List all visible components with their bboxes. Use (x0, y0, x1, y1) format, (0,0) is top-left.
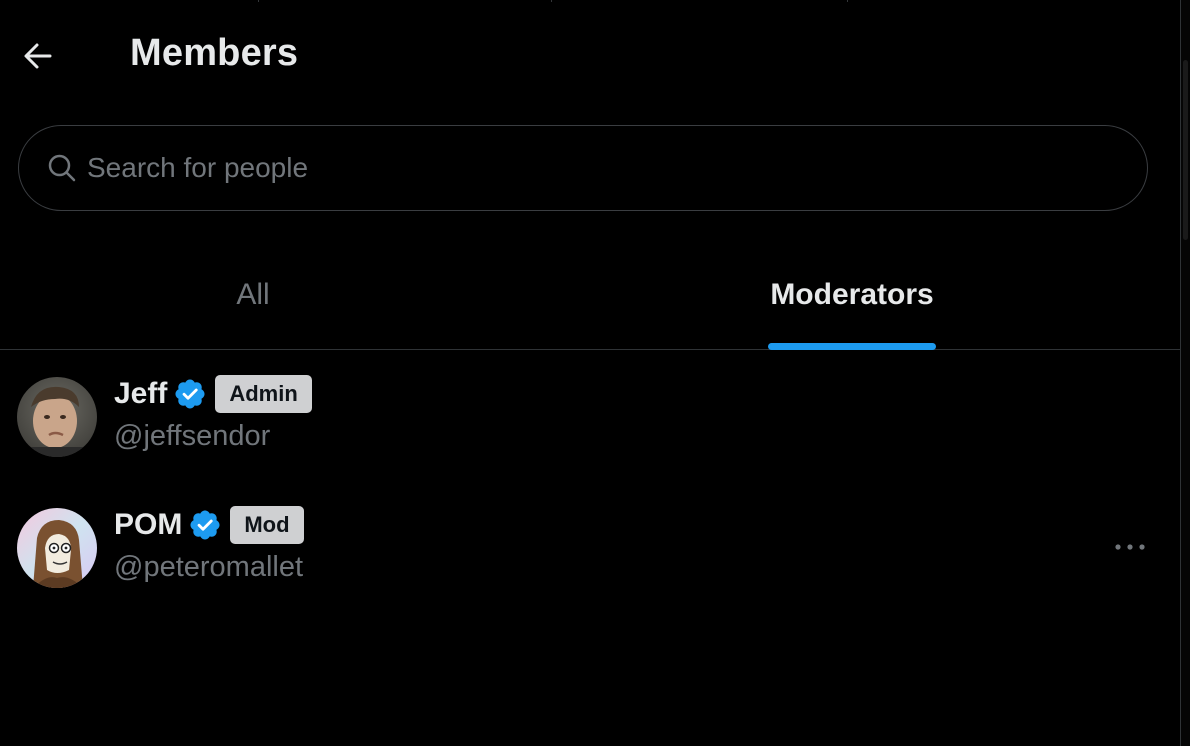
tab-moderators-label: Moderators (770, 278, 934, 311)
verified-badge-icon (188, 508, 222, 542)
verified-badge-icon (173, 377, 207, 411)
search-box[interactable] (18, 125, 1148, 211)
ellipsis-icon (1115, 544, 1145, 550)
member-row[interactable]: Jeff Admin @jeffsendor (0, 368, 1181, 468)
scrollbar-thumb[interactable] (1183, 60, 1188, 240)
members-panel: Members All Moderators (0, 0, 1181, 746)
scrollbar-track[interactable] (1181, 0, 1190, 746)
name-row: POM Mod (114, 505, 304, 545)
tab-all-label: All (236, 278, 270, 311)
member-name: Jeff (114, 377, 168, 410)
more-options-button[interactable] (1110, 527, 1150, 567)
role-badge: Admin (215, 375, 312, 413)
avatar (17, 508, 97, 588)
avatar (17, 377, 97, 457)
tab-bar: All Moderators (0, 240, 1181, 350)
role-badge: Mod (230, 506, 304, 544)
arrow-left-icon (24, 43, 52, 69)
member-row[interactable]: POM Mod @peteromallet (0, 499, 1181, 599)
name-row: Jeff Admin (114, 374, 312, 414)
tab-all[interactable]: All (0, 240, 506, 350)
back-button[interactable] (14, 32, 62, 80)
active-tab-indicator (768, 343, 936, 350)
member-name: POM (114, 508, 183, 541)
header: Members (0, 0, 1181, 110)
tab-moderators[interactable]: Moderators (590, 240, 1114, 350)
search-input[interactable] (87, 138, 1147, 198)
member-handle: @jeffsendor (114, 420, 271, 452)
page-title: Members (130, 32, 299, 74)
member-handle: @peteromallet (114, 551, 304, 583)
search-icon (47, 153, 77, 183)
